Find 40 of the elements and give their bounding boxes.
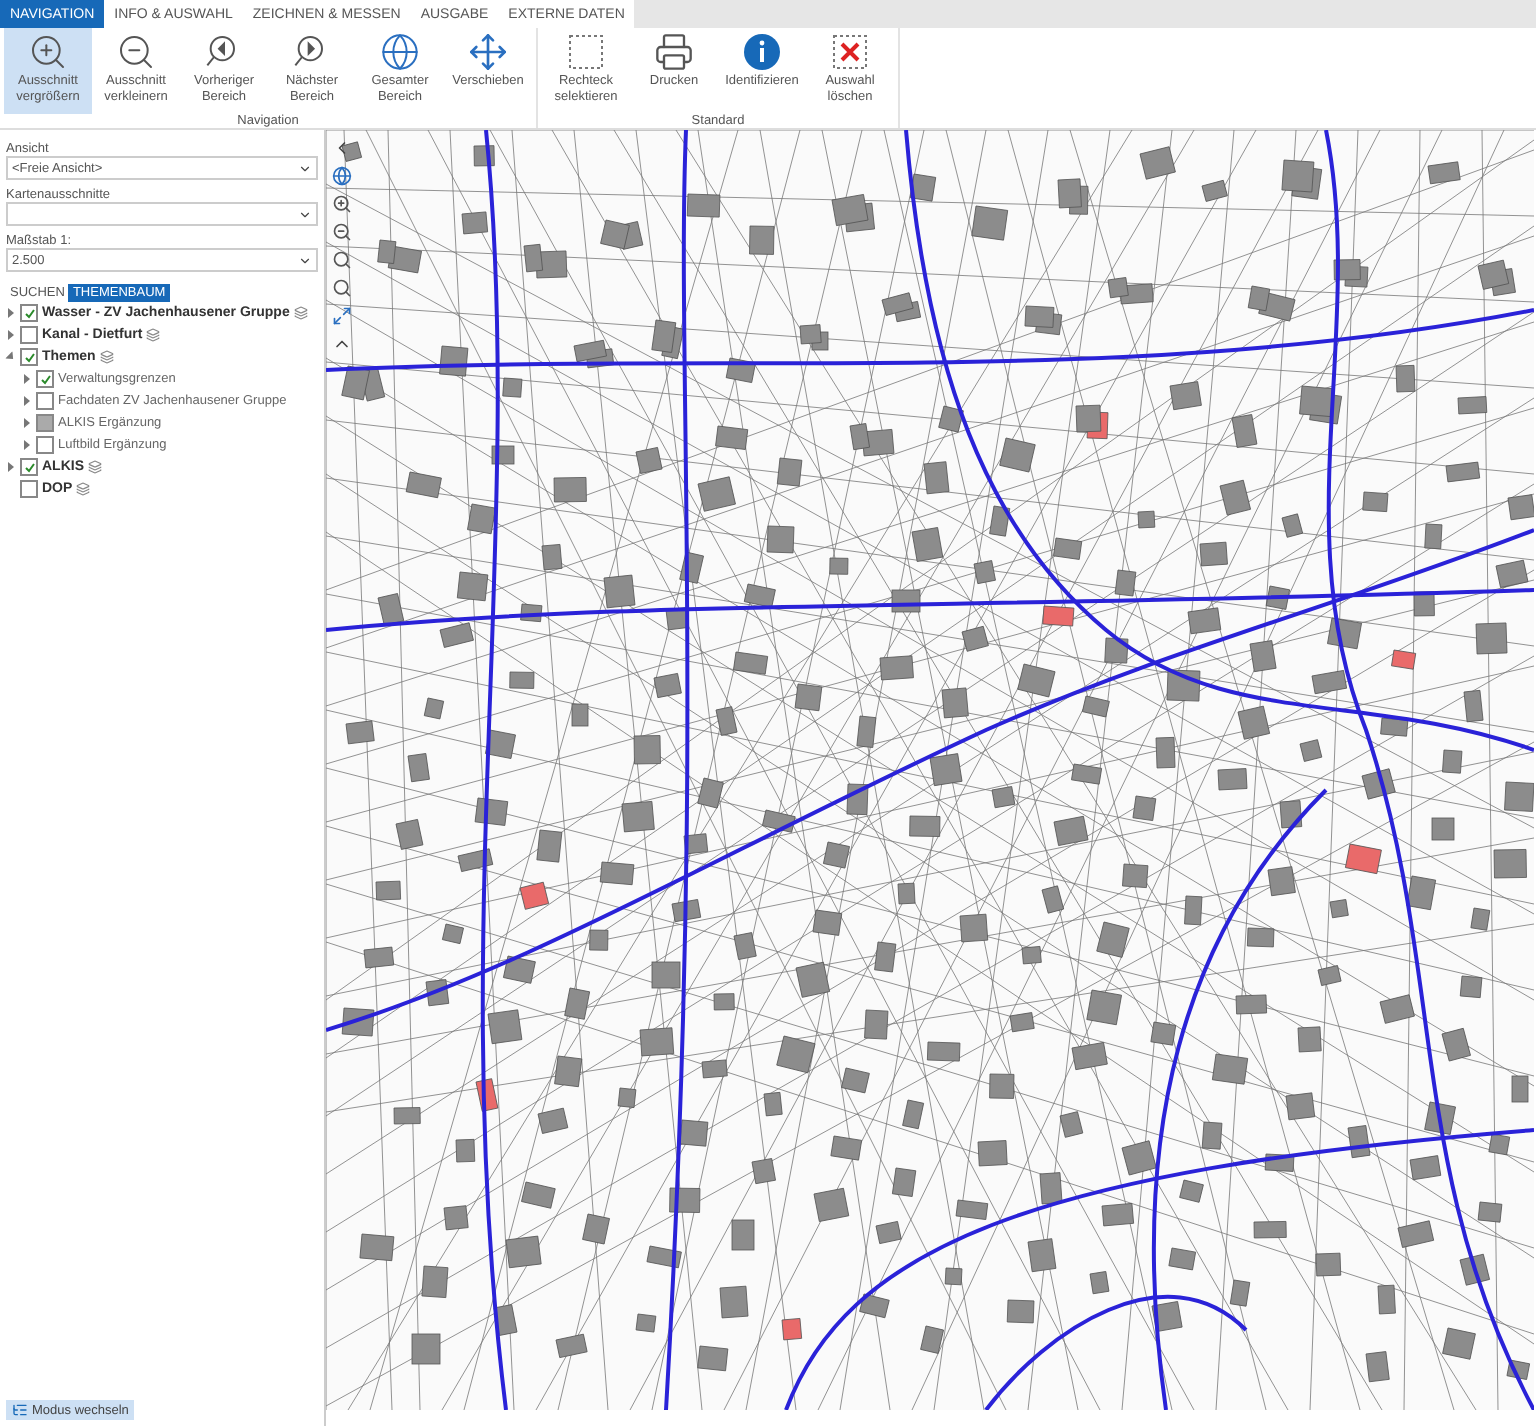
expand-arrow-icon[interactable] — [22, 396, 32, 406]
zoom-out-icon — [116, 32, 156, 72]
caret-icon — [298, 207, 312, 221]
layers-icon — [146, 328, 161, 342]
checkbox[interactable] — [20, 326, 38, 344]
expand-arrow-icon[interactable] — [22, 440, 32, 450]
zoom-in-icon — [28, 32, 68, 72]
expand-arrow-icon[interactable] — [3, 349, 19, 365]
checkbox[interactable] — [36, 370, 54, 388]
dashed-rectangle-icon — [566, 32, 606, 72]
layers-icon — [293, 306, 308, 320]
move-icon — [468, 32, 508, 72]
tree-icon — [12, 1402, 28, 1418]
layers-icon — [99, 350, 114, 364]
dashed-x-icon — [830, 32, 870, 72]
expand-arrow-icon[interactable] — [6, 308, 16, 318]
layers-icon — [88, 460, 102, 474]
expand-arrow-icon[interactable] — [22, 418, 32, 428]
caret-icon — [298, 253, 312, 267]
expand-arrow-icon[interactable] — [6, 330, 16, 340]
zoom-out-icon[interactable] — [332, 222, 352, 242]
caret-icon — [298, 161, 312, 175]
checkbox[interactable] — [36, 414, 54, 432]
map-drawing[interactable] — [326, 130, 1534, 1410]
checkbox[interactable] — [36, 436, 54, 454]
checkbox[interactable] — [20, 458, 38, 476]
globe-icon — [380, 32, 420, 72]
globe-icon[interactable] — [332, 166, 352, 186]
checkbox[interactable] — [20, 304, 38, 322]
zoom-in-icon[interactable] — [332, 194, 352, 214]
printer-icon — [654, 32, 694, 72]
checkbox[interactable] — [20, 348, 38, 366]
layers-icon — [76, 482, 91, 496]
expand-arrow-icon[interactable] — [6, 462, 16, 472]
fullscreen-icon[interactable] — [332, 306, 352, 326]
checkbox[interactable] — [36, 392, 54, 410]
checkbox[interactable] — [20, 480, 38, 498]
magnifier-icon[interactable] — [332, 250, 352, 270]
expand-arrow-icon[interactable] — [22, 374, 32, 384]
magnifier-icon[interactable] — [332, 278, 352, 298]
